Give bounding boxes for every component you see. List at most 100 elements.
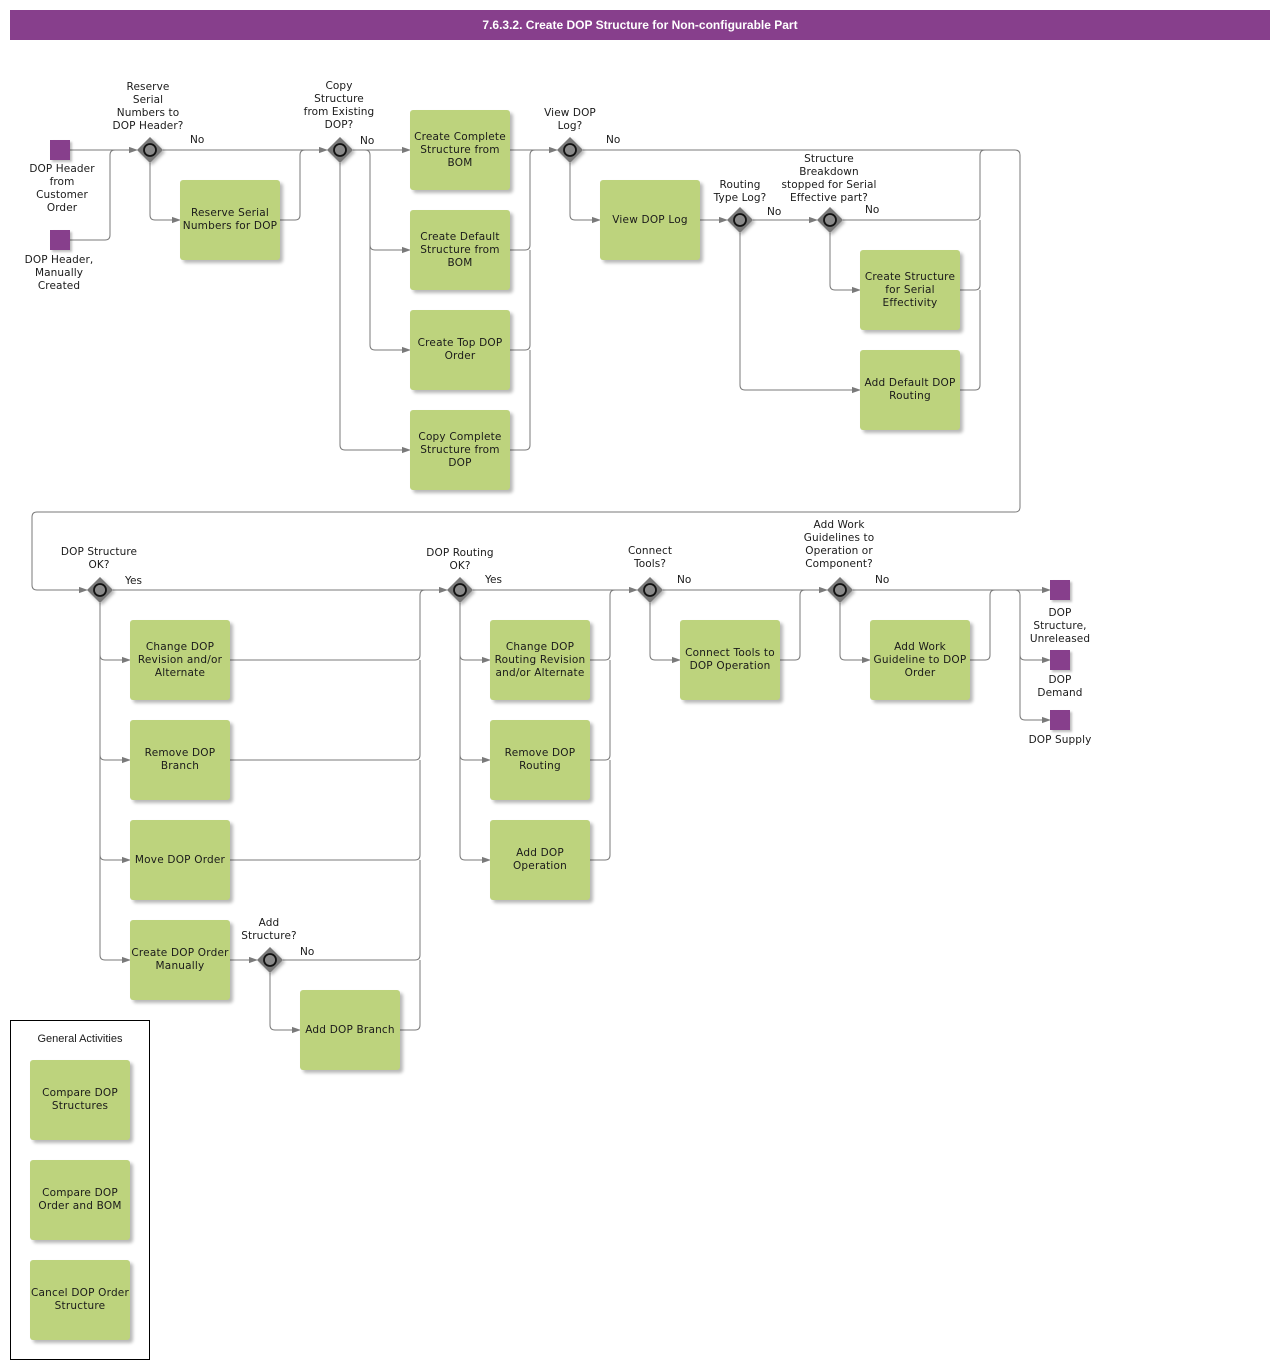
gateway-work-guidelines[interactable] bbox=[827, 577, 853, 603]
edge-label-structure-ok-yes: Yes bbox=[125, 575, 142, 587]
task-label: Remove DOP Routing bbox=[504, 747, 576, 772]
task-create-dop-order-manually[interactable]: Create DOP Order Manually bbox=[130, 920, 230, 1000]
task-label: Create Top DOP Order bbox=[417, 337, 503, 362]
edge-label-add-structure-no: No bbox=[300, 946, 315, 958]
task-label: Create DOP Order Manually bbox=[131, 947, 229, 972]
task-create-top-dop-order[interactable]: Create Top DOP Order bbox=[410, 310, 510, 390]
flow-gw2-default bbox=[364, 149, 411, 254]
gateway-reserve-serials[interactable] bbox=[137, 137, 163, 163]
edge-label-routing-type-no: No bbox=[767, 206, 782, 218]
task-label: Cancel DOP Order Structure bbox=[31, 1287, 129, 1312]
task-label: Create Structure for Serial Effectivity bbox=[864, 270, 956, 309]
flow-gw2-top bbox=[369, 245, 411, 354]
task-add-work-guideline[interactable]: Add Work Guideline to DOP Order bbox=[870, 620, 970, 700]
end-event-structure-unreleased-label: DOP Structure, Unreleased bbox=[1029, 607, 1091, 645]
flow-merge-gw9 bbox=[590, 589, 616, 661]
gateway-routing-type-log[interactable] bbox=[727, 207, 753, 233]
task-move-dop-order[interactable]: Move DOP Order bbox=[130, 820, 230, 900]
task-create-structure-serial-effectivity[interactable]: Create Structure for Serial Effectivity bbox=[860, 250, 960, 330]
end-event-supply[interactable] bbox=[1050, 710, 1070, 730]
flow-gw9-tools bbox=[649, 603, 681, 664]
gateway-view-log[interactable] bbox=[557, 137, 583, 163]
task-view-dop-log[interactable]: View DOP Log bbox=[600, 180, 700, 260]
gateway-structure-ok[interactable] bbox=[87, 577, 113, 603]
flow-gw4-routing bbox=[739, 233, 861, 394]
task-label: Connect Tools to DOP Operation bbox=[685, 647, 775, 672]
start-event-manual-label: DOP Header, Manually Created bbox=[24, 254, 94, 292]
gateway-structure-breakdown-label: Structure Breakdown stopped for Serial E… bbox=[781, 153, 877, 204]
edge-label-work-guidelines-no: No bbox=[875, 574, 890, 586]
flow-merge-gw3 bbox=[510, 149, 536, 251]
task-add-dop-branch[interactable]: Add DOP Branch bbox=[300, 990, 400, 1070]
task-remove-dop-branch[interactable]: Remove DOP Branch bbox=[130, 720, 230, 800]
task-label: Compare DOP Structures bbox=[42, 1087, 118, 1112]
gateway-routing-ok[interactable] bbox=[447, 577, 473, 603]
task-label: Change DOP Routing Revision and/or Alter… bbox=[494, 640, 586, 679]
task-label: Move DOP Order bbox=[134, 853, 226, 866]
edge-label-routing-ok-yes: Yes bbox=[485, 574, 502, 586]
task-label: Copy Complete Structure from DOP bbox=[418, 430, 502, 469]
gateway-routing-ok-label: DOP Routing OK? bbox=[426, 547, 494, 572]
edge-label-copy-no: No bbox=[360, 135, 375, 147]
gateway-circle-icon bbox=[263, 953, 277, 967]
flow-gw3-viewlog bbox=[569, 163, 601, 224]
task-reserve-serial-numbers[interactable]: Reserve Serial Numbers for DOP bbox=[180, 180, 280, 260]
task-label: Create Complete Structure from BOM bbox=[414, 130, 506, 169]
gateway-circle-icon bbox=[833, 583, 847, 597]
gateway-circle-icon bbox=[333, 143, 347, 157]
task-connect-tools-to-operation[interactable]: Connect Tools to DOP Operation bbox=[680, 620, 780, 700]
gateway-circle-icon bbox=[563, 143, 577, 157]
general-task-compare-order-bom[interactable]: Compare DOP Order and BOM bbox=[30, 1160, 130, 1240]
flow-gw7-branch bbox=[269, 973, 301, 1034]
gateway-circle-icon bbox=[453, 583, 467, 597]
flow-gw8-branches bbox=[459, 603, 491, 864]
gateway-view-log-label: View DOP Log? bbox=[544, 107, 596, 132]
gateway-copy-structure[interactable] bbox=[327, 137, 353, 163]
task-create-complete-structure-bom[interactable]: Create Complete Structure from BOM bbox=[410, 110, 510, 190]
gateway-circle-icon bbox=[733, 213, 747, 227]
task-label: Compare DOP Order and BOM bbox=[38, 1187, 122, 1212]
task-copy-complete-structure-dop[interactable]: Copy Complete Structure from DOP bbox=[410, 410, 510, 490]
task-label: Add Work Guideline to DOP Order bbox=[873, 640, 967, 679]
end-event-demand[interactable] bbox=[1050, 650, 1070, 670]
start-event-customer-order-label: DOP Header from Customer Order bbox=[29, 163, 95, 214]
task-label: Change DOP Revision and/or Alternate bbox=[137, 640, 223, 679]
gateway-copy-structure-label: Copy Structure from Existing DOP? bbox=[303, 80, 375, 131]
task-label: Add Default DOP Routing bbox=[864, 377, 956, 402]
gateway-connect-tools[interactable] bbox=[637, 577, 663, 603]
edge-label-breakdown-no: No bbox=[865, 204, 880, 216]
gateway-circle-icon bbox=[143, 143, 157, 157]
gateway-structure-breakdown[interactable] bbox=[817, 207, 843, 233]
flow-gw5-serial bbox=[829, 233, 861, 294]
task-add-dop-operation[interactable]: Add DOP Operation bbox=[490, 820, 590, 900]
task-change-dop-routing-revision[interactable]: Change DOP Routing Revision and/or Alter… bbox=[490, 620, 590, 700]
task-label: Add DOP Branch bbox=[305, 1023, 395, 1036]
task-remove-dop-routing[interactable]: Remove DOP Routing bbox=[490, 720, 590, 800]
gateway-connect-tools-label: Connect Tools? bbox=[627, 545, 673, 570]
task-label: Remove DOP Branch bbox=[144, 747, 216, 772]
task-add-default-dop-routing[interactable]: Add Default DOP Routing bbox=[860, 350, 960, 430]
general-task-compare-structures[interactable]: Compare DOP Structures bbox=[30, 1060, 130, 1140]
task-label: Reserve Serial Numbers for DOP bbox=[182, 207, 278, 232]
task-change-dop-revision[interactable]: Change DOP Revision and/or Alternate bbox=[130, 620, 230, 700]
gateway-work-guidelines-label: Add Work Guidelines to Operation or Comp… bbox=[803, 519, 875, 570]
general-activities-title: General Activities bbox=[37, 1033, 123, 1045]
gateway-circle-icon bbox=[643, 583, 657, 597]
general-task-cancel-order-structure[interactable]: Cancel DOP Order Structure bbox=[30, 1260, 130, 1340]
task-label: Create Default Structure from BOM bbox=[420, 230, 500, 269]
gateway-add-structure[interactable] bbox=[257, 947, 283, 973]
flow-gw6-branches bbox=[99, 603, 131, 964]
flow-reserve-merge bbox=[280, 149, 306, 221]
end-event-supply-label: DOP Supply bbox=[1028, 734, 1092, 746]
end-event-demand-label: DOP Demand bbox=[1037, 674, 1083, 699]
gateway-circle-icon bbox=[93, 583, 107, 597]
edge-label-connect-tools-no: No bbox=[677, 574, 692, 586]
task-label: Add DOP Operation bbox=[512, 847, 568, 872]
gateway-structure-ok-label: DOP Structure OK? bbox=[60, 546, 138, 571]
task-create-default-structure-bom[interactable]: Create Default Structure from BOM bbox=[410, 210, 510, 290]
start-event-customer-order[interactable] bbox=[50, 140, 70, 160]
gateway-circle-icon bbox=[823, 213, 837, 227]
start-event-manual[interactable] bbox=[50, 230, 70, 250]
end-event-structure-unreleased[interactable] bbox=[1050, 580, 1070, 600]
task-label: View DOP Log bbox=[612, 213, 688, 226]
